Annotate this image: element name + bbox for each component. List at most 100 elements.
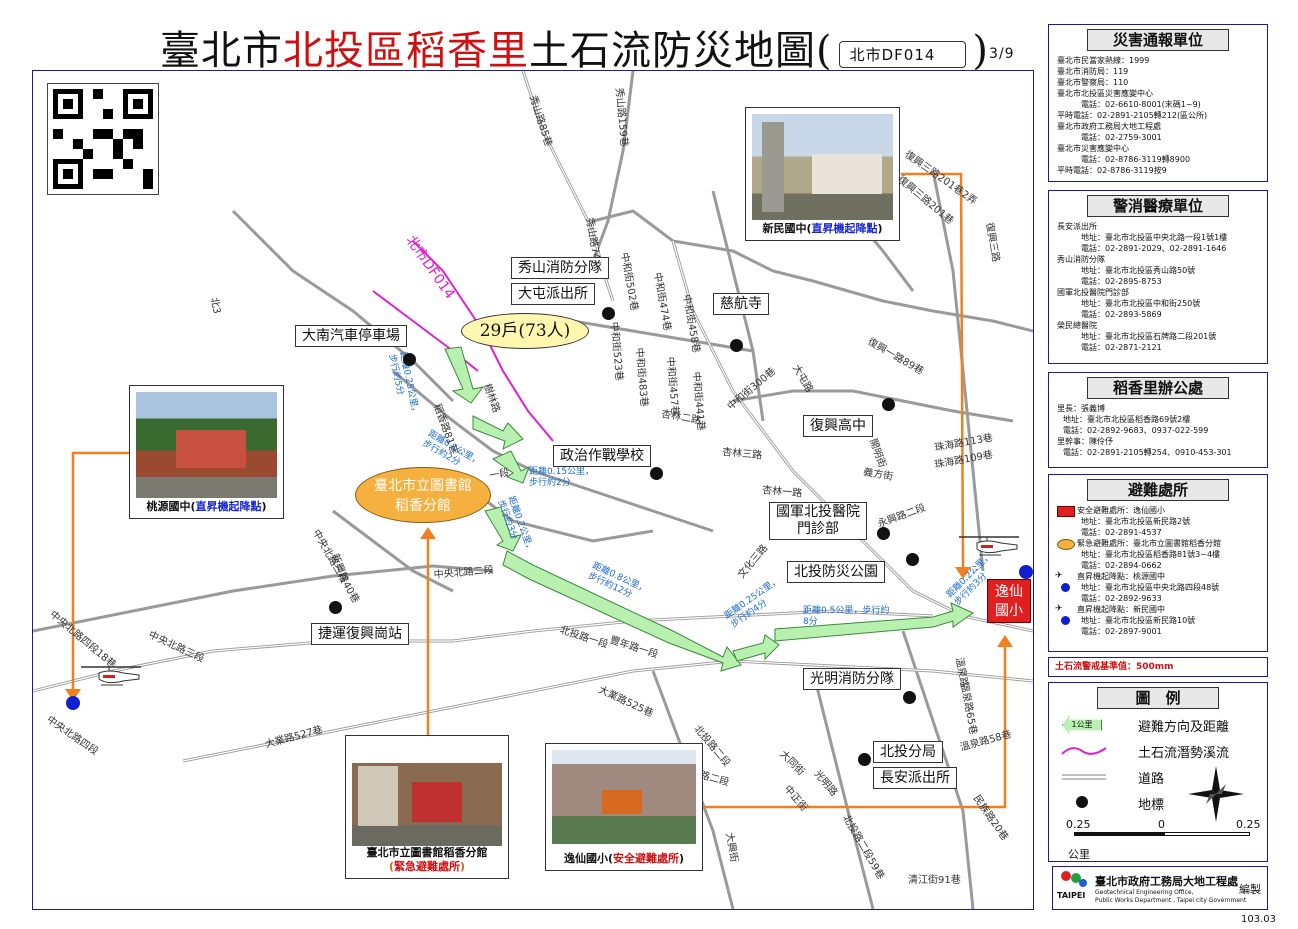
photo-yixian-elementary[interactable]: 逸仙國小(安全避難處所) (545, 743, 703, 871)
contact-line: 榮民總醫院 (1057, 321, 1097, 330)
evacuation-arrow-icon: 1公里 (1062, 716, 1102, 734)
landmark-dot[interactable] (650, 467, 663, 480)
contact-line: 里幹事：陳伶伃 (1057, 437, 1113, 446)
contact-line: 平時電話：02-8786-3119按9 (1057, 166, 1167, 175)
photo-image (352, 742, 502, 846)
road-label: 北3 (208, 296, 222, 315)
library-shelter-line1: 臺北市立圖書館 (374, 478, 472, 494)
contact-line: 國軍北投醫院門診部 (1057, 288, 1129, 297)
landmark-dot[interactable] (877, 527, 890, 540)
panel-village-office: 稻香里辦公處 里長：張義博 地址：臺北市北投區稻香路69號2樓 電話：02-28… (1048, 372, 1268, 468)
contact-line: 電話：02-2871-2121 (1081, 343, 1162, 352)
shelter-line: ✈ 直昇機起降點：桃源國中 (1055, 571, 1165, 581)
contact-line: 臺北市政府工務局大地工程處 (1057, 122, 1161, 131)
scale-bar: 0.25 0 0.25 公里 (1066, 818, 1261, 861)
panel-title: 避難處所 (1087, 479, 1229, 501)
landmark-label-cihang-temple: 慈航寺 (713, 293, 769, 315)
debris-warning-threshold: 土石流警戒基準值：500mm (1048, 657, 1268, 677)
contact-line: 里長：張義博 (1057, 404, 1105, 413)
helipad-dot-xinmin[interactable] (1019, 565, 1033, 579)
landmark-label-political-school: 政治作戰學校 (553, 445, 651, 467)
panel-shelters: 避難處所 安全避難處所：逸仙國小 地址：臺北市北投區新民路2號 電話：02-28… (1048, 474, 1268, 652)
shelter-line: 安全避難處所：逸仙國小 (1049, 505, 1267, 517)
photo-xinmin-junior-high[interactable]: 新民國中(直昇機起降點) (745, 107, 900, 241)
photo-taoyuan-junior-high[interactable]: 桃源國中(直昇機起降點) (129, 385, 284, 519)
scale-mid: 0 (1158, 818, 1165, 831)
shelter-line: 電話：02-2894-0662 (1081, 561, 1162, 570)
landmark-label-fuxinggang-station: 捷運復興崗站 (311, 623, 409, 645)
contact-line: 電話：02-2893-5869 (1081, 310, 1162, 319)
shelter-line: 緊急避難處所：臺北市立圖書館稻香分館 (1049, 538, 1267, 550)
photo-daoxiang-library[interactable]: 臺北市立圖書館稻香分館 (緊急避難處所) (345, 735, 509, 879)
library-shelter-line2: 稻香分館 (395, 498, 451, 514)
scale-unit: 公里 (1068, 848, 1090, 861)
landmark-dot[interactable] (602, 307, 615, 320)
scale-right: 0.25 (1236, 818, 1261, 831)
landmark-dot[interactable] (403, 353, 416, 366)
title-code: 北市DF014 (838, 40, 967, 68)
contact-line: 秀山消防分隊 (1057, 255, 1105, 264)
legend-item-evacuation: 1公里 避難方向及距離 (1056, 716, 1266, 735)
helipad-dot-legend (1061, 616, 1070, 625)
shelter-line: ✈ 直昇機起降點：新民國中 (1055, 604, 1165, 614)
contact-line: 電話：02-6610-8001(末碼1~9) (1081, 100, 1201, 109)
footer-org-name: 臺北市政府工務局大地工程處 (1095, 875, 1238, 888)
helipad-dot-legend (1061, 583, 1070, 592)
landmark-dot[interactable] (882, 398, 895, 411)
landmark-label-datun-police: 大屯派出所 (511, 283, 595, 305)
legend-label: 地標 (1138, 798, 1165, 813)
photo-image (552, 750, 696, 844)
footer-org-en1: Geotechnical Engineering Office, (1095, 889, 1194, 896)
landmark-dot[interactable] (903, 691, 916, 704)
shelter-line: 地址：臺北市北投區新民路10號 (1049, 615, 1267, 626)
north-arrow-icon (1188, 766, 1244, 822)
contact-line: 長安派出所 (1057, 222, 1097, 231)
landmark-label-changan-police: 長安派出所 (873, 767, 957, 789)
shelter-line: 地址：臺北市北投區中央北路四段48號 (1049, 582, 1267, 593)
contact-line: 電話：02-2759-3001 (1081, 133, 1162, 142)
landmark-label-fuxing-high: 復興高中 (803, 415, 873, 437)
helipad-dot-taoyuan[interactable] (66, 696, 80, 710)
distance-label: 距離0.15公里， 步行約2分 (529, 467, 595, 488)
household-count: 29戶(73人) (461, 313, 589, 349)
contact-line: 電話：02-2892-9683、0937-022-599 (1063, 426, 1209, 435)
photo-image (752, 114, 893, 220)
shelter-line: 電話：02-2897-9001 (1081, 627, 1162, 636)
helicopter-icon: ✈ (1055, 604, 1063, 614)
landmark-dot[interactable] (730, 339, 743, 352)
landmark-dot[interactable] (329, 601, 342, 614)
legend-label: 道路 (1138, 772, 1165, 787)
library-shelter-marker[interactable]: 臺北市立圖書館 稻香分館 (355, 467, 491, 523)
contact-line: 臺北市災害應變中心 (1057, 144, 1129, 153)
contact-line: 臺北市警察局：110 (1057, 78, 1129, 87)
title-city: 臺北市 (160, 28, 283, 74)
panel-title: 災害通報單位 (1087, 29, 1229, 51)
landmark-label-xiushan-fire: 秀山消防分隊 (511, 257, 609, 279)
map-version: 103.03 (1241, 914, 1276, 925)
shelter-line: 地址：臺北市北投區新民路2號 (1081, 517, 1191, 526)
contact-line: 電話：02-2891-2105轉254、0910-453-301 (1063, 448, 1232, 457)
map-area[interactable]: 秀山路85巷 秀山路159巷 秀山路74巷 中和街502巷 中和街474巷 中和… (32, 70, 1034, 910)
contact-line: 電話：02-8786-3119轉8900 (1081, 155, 1191, 164)
legend-label: 土石流潛勢溪流 (1138, 746, 1230, 761)
panel-title: 圖 例 (1097, 687, 1219, 709)
debris-line-icon (1061, 747, 1107, 755)
qr-code[interactable] (47, 83, 159, 195)
legend-item-debris: 土石流潛勢溪流 (1056, 742, 1266, 761)
landmark-dot[interactable] (858, 753, 871, 766)
yixian-line2: 國小 (995, 603, 1023, 619)
contact-line: 臺北市民當家熱線：1999 (1057, 56, 1150, 65)
safe-shelter-swatch (1057, 506, 1075, 517)
road-icon (1062, 774, 1106, 780)
photo-caption: 新民國中(直昇機起降點) (762, 222, 883, 235)
yixian-line1: 逸仙 (995, 584, 1023, 600)
emergency-shelter-swatch (1057, 539, 1075, 550)
landmark-label-beitou-hospital: 國軍北投醫院 門診部 (769, 502, 867, 540)
panel-title: 警消醫療單位 (1087, 195, 1229, 217)
landmark-dot[interactable] (906, 553, 919, 566)
footer-org-en2: Public Works Department , Taipei city Go… (1095, 897, 1247, 904)
yixian-shelter-marker[interactable]: 逸仙 國小 (987, 579, 1031, 623)
shelter-line: 地址：臺北市北投區稻香路81號3~4樓 (1081, 550, 1221, 559)
legend-label: 避難方向及距離 (1138, 720, 1230, 735)
shelter-line: 電話：02-2892-9633 (1081, 594, 1162, 603)
